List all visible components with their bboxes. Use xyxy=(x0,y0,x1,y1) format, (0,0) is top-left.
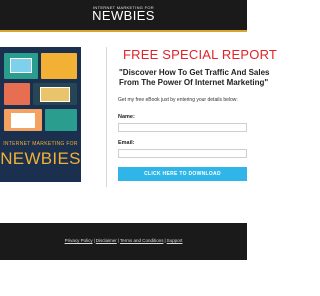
footer-link-support[interactable]: Support xyxy=(167,238,183,243)
offer-lead-text: Get my free eBook just by entering your … xyxy=(118,97,238,103)
offer-subhead-line1: "Discover How To Get Traffic And Sales xyxy=(119,68,270,77)
footer-link-terms[interactable]: Terms and Conditions xyxy=(120,238,164,243)
footer-link-privacy-policy[interactable]: Privacy Policy xyxy=(65,238,93,243)
logo-title: NEWBIES xyxy=(92,8,155,23)
cover-illustration-chart-panel xyxy=(4,83,30,105)
footer-link-disclaimer[interactable]: Disclaimer xyxy=(96,238,117,243)
site-footer: Privacy Policy|Disclaimer|Terms and Cond… xyxy=(0,223,247,260)
name-input[interactable] xyxy=(118,123,247,132)
ebook-cover: INTERNET MARKETING FOR NEWBIES xyxy=(0,47,81,182)
cover-illustration-people-panel xyxy=(41,53,77,79)
cover-illustration-monitor-icon xyxy=(40,87,70,102)
email-input[interactable] xyxy=(118,149,247,158)
cover-title: NEWBIES xyxy=(0,149,81,168)
cover-illustration-mail-panel xyxy=(45,109,77,131)
email-label: Email: xyxy=(118,140,135,146)
offer-subhead-line2: From The Power Of Internet Marketing" xyxy=(119,78,269,87)
cover-illustration-tablet-icon xyxy=(11,113,35,128)
name-label: Name: xyxy=(118,114,135,120)
offer-headline: FREE SPECIAL REPORT xyxy=(123,47,278,62)
footer-links: Privacy Policy|Disclaimer|Terms and Cond… xyxy=(0,238,247,243)
cover-title-tagline: INTERNET MARKETING FOR xyxy=(3,141,78,147)
site-header: INTERNET MARKETING FOR NEWBIES xyxy=(0,0,247,32)
vertical-divider xyxy=(106,47,107,187)
cover-illustration-laptop-icon xyxy=(10,58,32,73)
download-button[interactable]: CLICK HERE TO DOWNLOAD xyxy=(118,167,247,181)
